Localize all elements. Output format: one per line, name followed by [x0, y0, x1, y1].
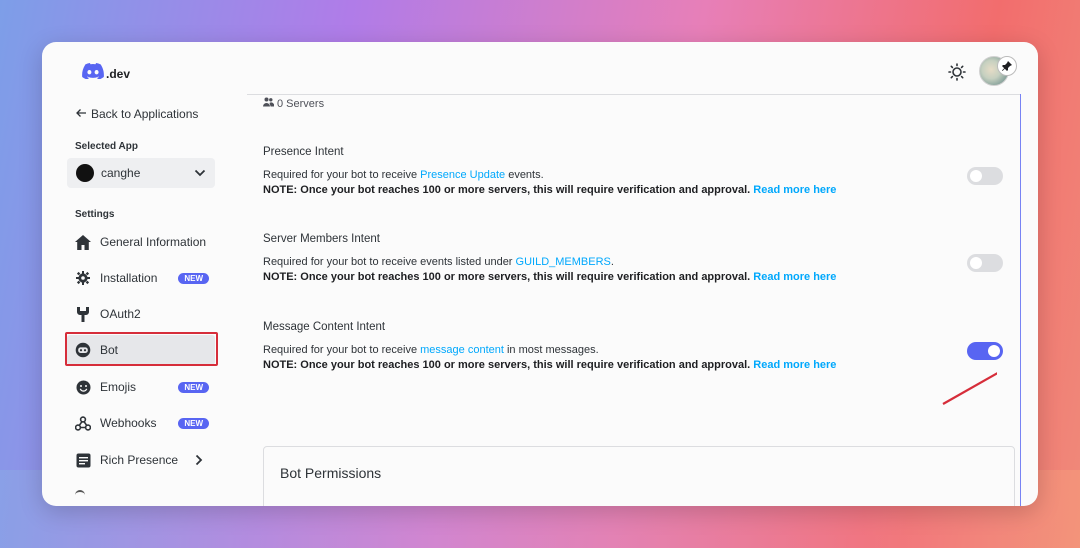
app-name: canghe: [101, 166, 141, 180]
app-selector[interactable]: canghe: [67, 158, 215, 188]
intent-desc-text: Required for your bot to receive events …: [263, 256, 516, 268]
smile-icon: [75, 379, 91, 395]
intent-note: NOTE: Once your bot reaches 100 or more …: [263, 358, 1003, 373]
logo-text: .dev: [106, 66, 131, 81]
intent-description: Required for your bot to receive Presenc…: [263, 168, 1003, 183]
content-scroll-edge: [1020, 94, 1021, 506]
intent-title: Presence Intent: [263, 146, 344, 158]
sidebar: Back to Applications Selected App canghe…: [42, 94, 247, 506]
guild-members-link[interactable]: GUILD_MEMBERS: [516, 256, 611, 268]
intent-description: Required for your bot to receive message…: [263, 343, 1003, 358]
document-icon: [75, 452, 91, 468]
intent-note-text: NOTE: Once your bot reaches 100 or more …: [263, 184, 751, 196]
sidebar-item-label: General Information: [100, 235, 207, 249]
intent-note: NOTE: Once your bot reaches 100 or more …: [263, 270, 1003, 285]
back-link-label: Back to Applications: [91, 107, 199, 121]
presence-update-link[interactable]: Presence Update: [420, 169, 505, 181]
intent-desc-text: events.: [505, 169, 544, 181]
sidebar-item-label: OAuth2: [100, 307, 141, 321]
intent-description: Required for your bot to receive events …: [263, 255, 1003, 270]
presence-intent-section: Presence Intent Required for your bot to…: [263, 146, 1003, 198]
logo[interactable]: .dev: [82, 63, 130, 84]
server-members-intent-section: Server Members Intent Required for your …: [263, 233, 1003, 285]
top-header: .dev: [42, 42, 1038, 94]
selected-app-heading: Selected App: [75, 141, 138, 152]
settings-heading: Settings: [75, 209, 115, 220]
webhook-icon: [75, 415, 91, 431]
sidebar-item-rich-presence[interactable]: Rich Presence: [67, 445, 215, 475]
intent-note-text: NOTE: Once your bot reaches 100 or more …: [263, 359, 751, 371]
intent-desc-text: .: [610, 256, 614, 268]
app-avatar: [76, 164, 94, 182]
users-icon: [263, 97, 275, 110]
gear-icon: [75, 270, 91, 286]
server-members-intent-toggle[interactable]: [967, 254, 1003, 272]
read-more-link[interactable]: Read more here: [753, 184, 836, 196]
sidebar-item-label: Installation: [100, 271, 158, 285]
back-to-applications-link[interactable]: Back to Applications: [75, 107, 198, 121]
sidebar-item-webhooks[interactable]: Webhooks NEW: [67, 408, 215, 438]
wrench-icon: [75, 306, 91, 322]
sidebar-item-label: Rich Presence: [100, 453, 179, 467]
new-badge: NEW: [178, 418, 209, 429]
chevron-down-icon: [194, 164, 206, 182]
intent-desc-text: Required for your bot to receive: [263, 344, 421, 356]
bot-permissions-card: Bot Permissions: [263, 446, 1015, 506]
sidebar-item-emojis[interactable]: Emojis NEW: [67, 372, 215, 402]
pin-icon[interactable]: [997, 56, 1017, 76]
bot-settings-content: 0 Servers Presence Intent Required for y…: [247, 94, 1020, 506]
sun-icon[interactable]: [948, 63, 966, 86]
sidebar-item-bot[interactable]: Bot: [67, 335, 215, 365]
sidebar-item-general-information[interactable]: General Information: [67, 227, 215, 257]
read-more-link[interactable]: Read more here: [753, 271, 836, 283]
presence-intent-toggle[interactable]: [967, 167, 1003, 185]
sidebar-item-label: Webhooks: [100, 416, 157, 430]
server-count-label: 0 Servers: [277, 97, 325, 110]
home-icon: [75, 234, 91, 250]
new-badge: NEW: [178, 382, 209, 393]
intent-desc-text: Required for your bot to receive: [263, 169, 421, 181]
intent-title: Message Content Intent: [263, 321, 386, 333]
read-more-link[interactable]: Read more here: [753, 359, 836, 371]
sidebar-item-oauth2[interactable]: OAuth2: [67, 299, 215, 329]
intent-note: NOTE: Once your bot reaches 100 or more …: [263, 183, 1003, 198]
developer-portal-window: .dev Back to Applications Selected App c…: [42, 42, 1038, 506]
sidebar-item-label: Emojis: [100, 380, 137, 394]
chevron-right-icon: [195, 453, 203, 471]
arrow-left-icon: [75, 107, 87, 121]
discord-icon: [82, 63, 104, 84]
new-badge: NEW: [178, 273, 209, 284]
bot-permissions-title: Bot Permissions: [280, 465, 382, 481]
sidebar-item-installation[interactable]: Installation NEW: [67, 263, 215, 293]
annotation-arrow: [942, 372, 997, 405]
intent-title: Server Members Intent: [263, 233, 380, 245]
intent-desc-text: in most messages.: [503, 344, 599, 356]
message-content-link[interactable]: message content: [420, 344, 504, 356]
message-content-intent-section: Message Content Intent Required for your…: [263, 321, 1003, 373]
sidebar-item-partial: [75, 490, 85, 496]
server-count: 0 Servers: [263, 97, 324, 110]
sidebar-item-label: Bot: [100, 343, 119, 357]
bot-icon: [75, 342, 91, 358]
intent-note-text: NOTE: Once your bot reaches 100 or more …: [263, 271, 751, 283]
